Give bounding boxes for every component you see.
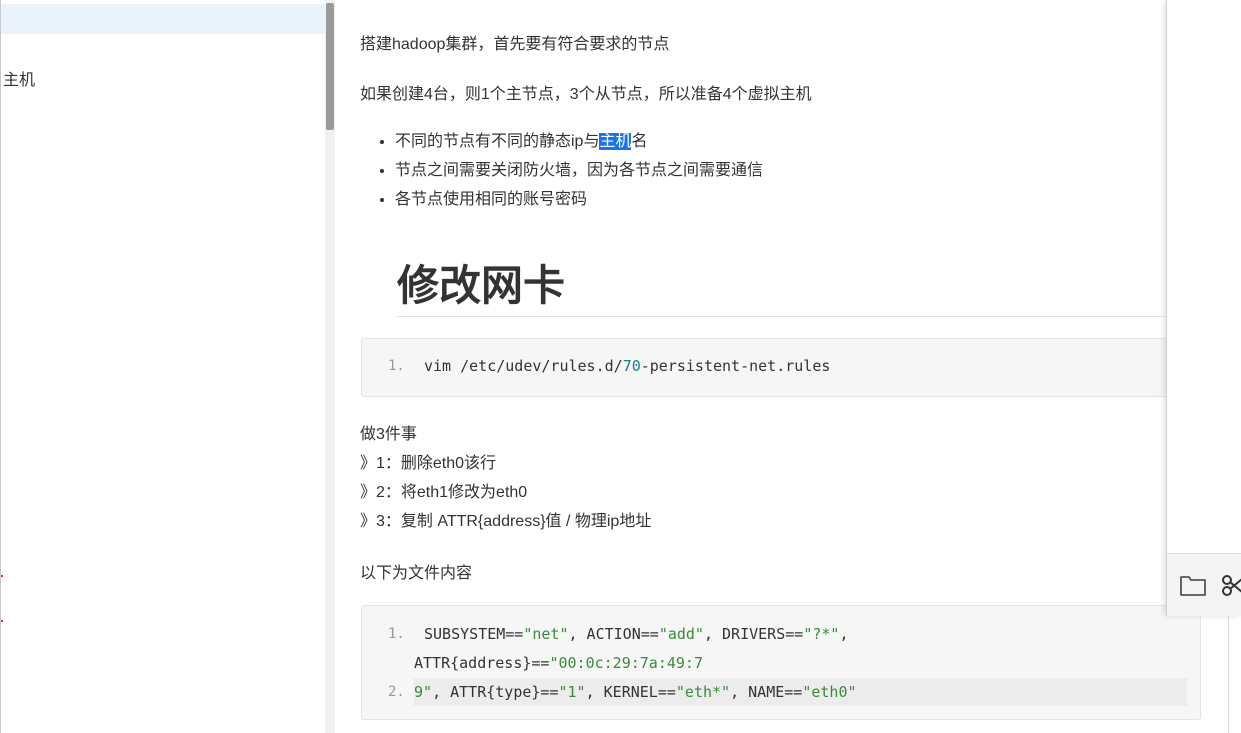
heading-divider [397, 316, 1177, 317]
requirements-list: 不同的节点有不同的静态ip与主机名 节点之间需要关闭防火墙，因为各节点之间需要通… [375, 127, 763, 214]
code-string: "00:0c:29:7a:49:7 [549, 654, 703, 672]
code-text: , ACTION== [568, 625, 659, 643]
list-item: 节点之间需要关闭防火墙，因为各节点之间需要通信 [395, 156, 763, 185]
code-line: 9", ATTR{type}=="1", KERNEL=="eth*", NAM… [414, 683, 857, 701]
code-string: "1" [558, 683, 586, 701]
list-item: 各节点使用相同的账号密码 [395, 185, 763, 214]
code-text: , NAME== [730, 683, 803, 701]
code-text: ATTR{address}== [414, 654, 550, 672]
code-block-rules: 1. SUBSYSTEM=="net", ACTION=="add", DRIV… [361, 605, 1201, 720]
sidebar-item-host[interactable]: 主机 [3, 66, 35, 90]
code-text: vim /etc/udev/rules.d/ [424, 357, 623, 375]
step-item: 》3：复制 ATTR{address}值 / 物理ip地址 [360, 513, 652, 530]
section-heading: 修改网卡 [397, 261, 566, 310]
selected-text: 主机 [599, 133, 632, 150]
code-block-vim: 1. vim /etc/udev/rules.d/70-persistent-n… [361, 338, 1231, 397]
sidebar-scrollbar-thumb[interactable] [326, 3, 334, 130]
step-item: 》1：删除eth0该行 [360, 455, 497, 472]
code-text: , KERNEL== [585, 683, 676, 701]
code-text: , DRIVERS== [703, 625, 804, 643]
code-text: , [839, 625, 849, 643]
paragraph-intro: 搭建hadoop集群，首先要有符合要求的节点 [360, 36, 670, 53]
steps-title: 做3件事 [360, 426, 417, 443]
paragraph-nodes: 如果创建4台，则1个主节点，3个从节点，所以准备4个虚拟主机 [360, 86, 812, 103]
folder-icon[interactable] [1179, 573, 1207, 602]
line-number: 1. [388, 626, 405, 642]
sidebar: 主机 [0, 0, 326, 733]
step-item: 》2：将eth1修改为eth0 [360, 484, 528, 501]
code-string: "net" [523, 625, 569, 643]
panel-toolbar [1167, 553, 1241, 616]
code-number: 70 [622, 357, 641, 375]
line-number: 2. [388, 684, 405, 700]
code-line-wrap: ATTR{address}=="00:0c:29:7a:49:7 [414, 654, 703, 672]
sidebar-active-item[interactable] [1, 4, 326, 34]
list-item: 不同的节点有不同的静态ip与主机名 [395, 127, 763, 156]
code-string: "add" [658, 625, 704, 643]
list-item-text: 不同的节点有不同的静态ip与 [395, 133, 600, 150]
file-intro: 以下为文件内容 [360, 565, 473, 582]
code-text: SUBSYSTEM== [424, 625, 524, 643]
list-item-text: 名 [631, 133, 648, 150]
floating-panel [1166, 0, 1241, 616]
line-number: 1. [388, 358, 405, 374]
code-string: "eth*" [675, 683, 731, 701]
code-text: -persistent-net.rules [640, 357, 831, 375]
steps-list: 做3件事 》1：删除eth0该行 》2：将eth1修改为eth0 》3：复制 A… [360, 420, 651, 536]
code-string: 9" [414, 683, 433, 701]
code-line: SUBSYSTEM=="net", ACTION=="add", DRIVERS… [424, 625, 848, 643]
sidebar-marker [1, 575, 3, 577]
scissors-icon[interactable] [1221, 572, 1241, 603]
article-content: 搭建hadoop集群，首先要有符合要求的节点 如果创建4台，则1个主节点，3个从… [335, 0, 1241, 733]
code-line: vim /etc/udev/rules.d/70-persistent-net.… [424, 357, 830, 375]
code-string: "eth0" [802, 683, 857, 701]
sidebar-marker [1, 620, 3, 622]
code-text: , ATTR{type}== [432, 683, 559, 701]
code-string: "?*" [803, 625, 840, 643]
